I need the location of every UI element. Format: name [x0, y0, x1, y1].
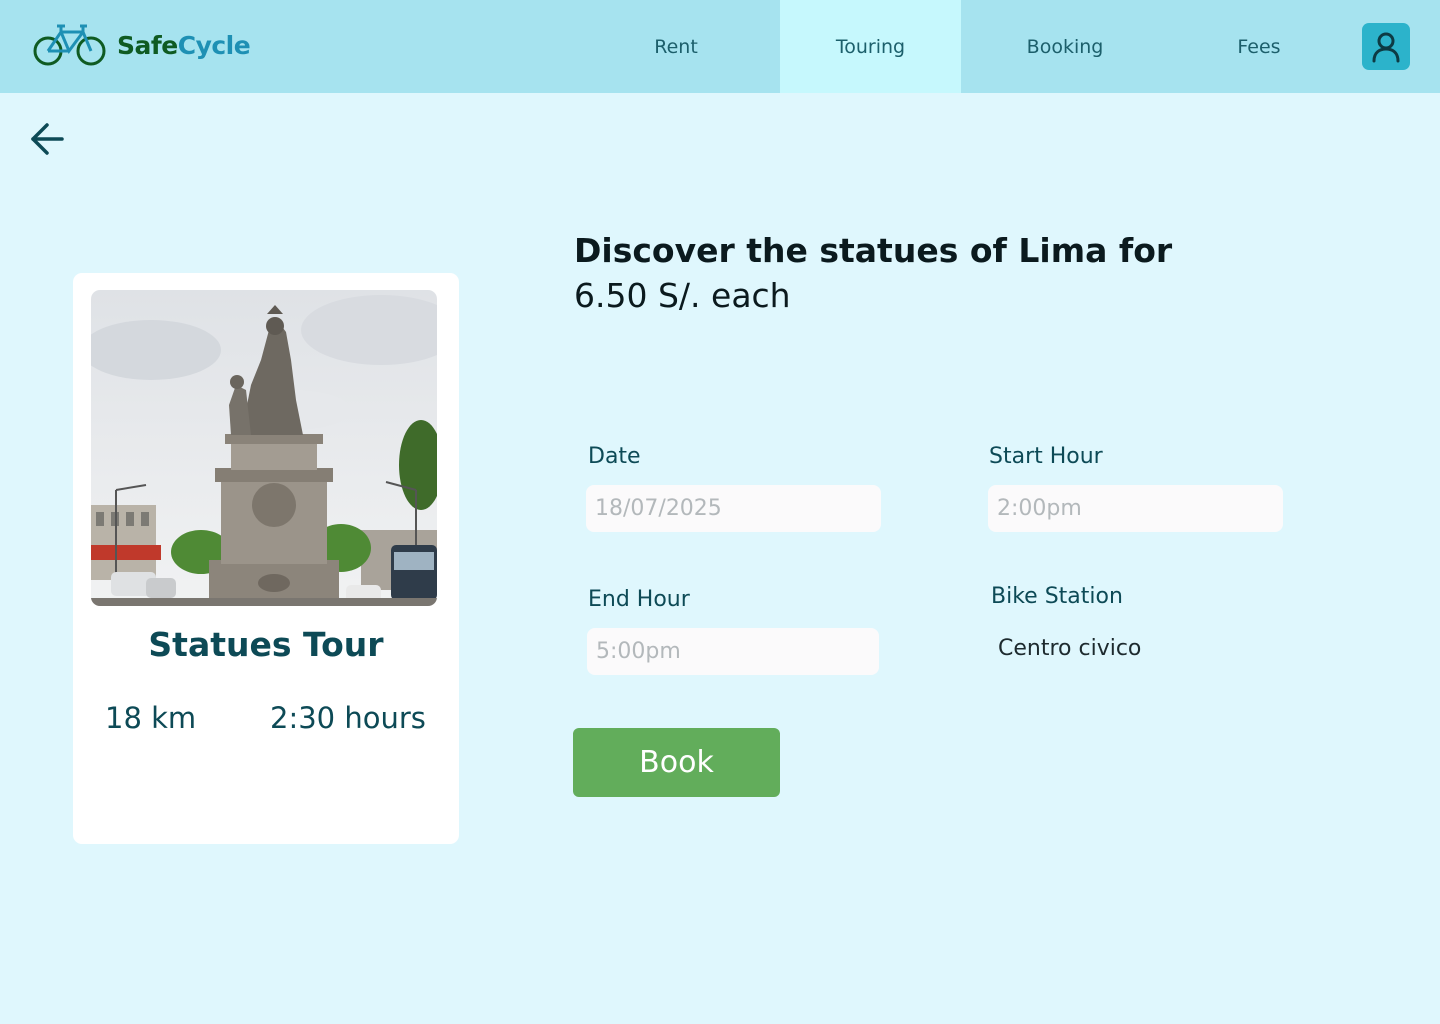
tour-title: Statues Tour — [148, 625, 384, 664]
tour-card[interactable]: Statues Tour 18 km 2:30 hours — [73, 273, 459, 844]
tour-heading: Discover the statues of Lima for 6.50 S/… — [574, 228, 1172, 318]
brand-name-part2: Cycle — [177, 30, 251, 60]
tour-distance: 18 km — [105, 701, 197, 735]
bike-station-value[interactable]: Centro civico — [998, 636, 1141, 661]
brand-name-part1: Safe — [117, 30, 178, 60]
tour-heading-title: Discover the statues of Lima for — [574, 231, 1173, 270]
date-label: Date — [588, 444, 641, 469]
end-hour-input[interactable] — [587, 628, 879, 675]
arrow-left-icon — [31, 123, 64, 155]
start-hour-label: Start Hour — [989, 444, 1103, 469]
nav-tab-fees[interactable]: Fees — [1169, 0, 1349, 93]
tour-duration: 2:30 hours — [270, 701, 426, 735]
back-button[interactable] — [26, 118, 68, 160]
brand-logo[interactable]: SafeCycle — [33, 22, 251, 68]
bike-station-label: Bike Station — [991, 584, 1123, 609]
top-navbar: SafeCycle Rent Touring Booking Fees — [0, 0, 1440, 93]
user-profile-button[interactable] — [1362, 23, 1410, 70]
end-hour-label: End Hour — [588, 587, 690, 612]
bicycle-icon — [33, 24, 106, 66]
nav-tab-rent[interactable]: Rent — [586, 0, 766, 93]
user-icon — [1372, 32, 1400, 62]
statue-photo-image — [91, 290, 437, 606]
nav-tab-booking[interactable]: Booking — [975, 0, 1155, 93]
nav-tab-touring[interactable]: Touring — [780, 0, 961, 93]
book-button[interactable]: Book — [573, 728, 780, 797]
start-hour-input[interactable] — [988, 485, 1283, 532]
tour-price: 6.50 S/. each — [574, 276, 791, 315]
statue-photo — [91, 290, 437, 606]
date-input[interactable] — [586, 485, 881, 532]
brand-name: SafeCycle — [117, 30, 251, 60]
